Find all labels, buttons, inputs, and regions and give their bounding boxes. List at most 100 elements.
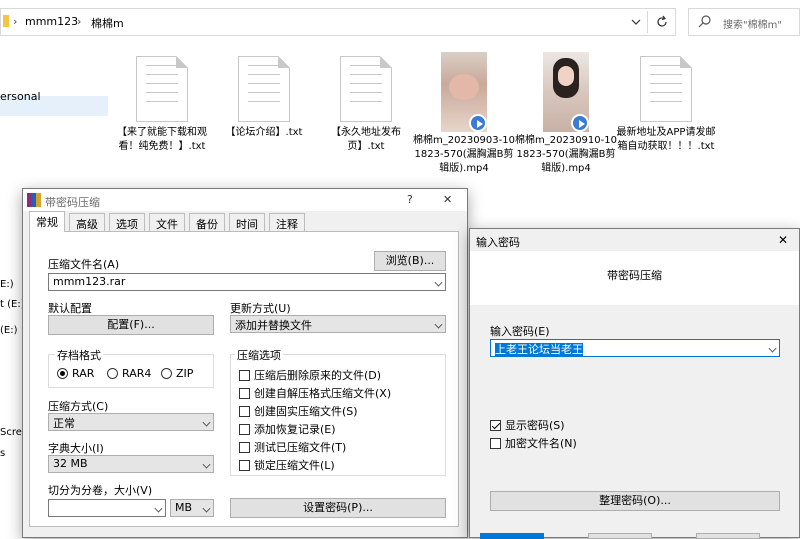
address-bar[interactable]: › mmm123 › 棉棉m bbox=[0, 8, 676, 36]
password-header: 带密码压缩 bbox=[470, 251, 799, 305]
refresh-icon[interactable] bbox=[653, 13, 671, 31]
update-mode-select[interactable]: 添加并替换文件 bbox=[230, 315, 446, 333]
checkbox-checked-icon bbox=[490, 420, 501, 431]
chevron-down-icon bbox=[202, 460, 211, 469]
option-label: 创建固实压缩文件(S) bbox=[254, 405, 358, 418]
nav-item[interactable]: E:) bbox=[0, 279, 14, 290]
method-value: 正常 bbox=[53, 417, 75, 430]
nav-item[interactable]: s bbox=[0, 448, 5, 459]
file-item[interactable]: 棉棉m_20230910-101823-570(漏胸漏B剪辑版).mp4 bbox=[514, 52, 618, 176]
tab-advanced[interactable]: 高级 bbox=[69, 213, 105, 231]
breadcrumb-item[interactable]: 棉棉m bbox=[91, 15, 124, 31]
file-name: 最新地址及APP请发邮箱自动获取！！！.txt bbox=[616, 127, 716, 152]
encrypt-names-checkbox[interactable]: 加密文件名(N) bbox=[490, 435, 577, 451]
chevron-right-icon: › bbox=[77, 15, 82, 28]
close-button[interactable]: ✕ bbox=[443, 193, 452, 206]
option-label: 压缩后删除原来的文件(D) bbox=[254, 369, 382, 382]
search-box[interactable]: 搜索"棉棉m" bbox=[688, 8, 800, 36]
encrypt-names-label: 加密文件名(N) bbox=[505, 437, 577, 450]
archive-dialog-titlebar[interactable]: 带密码压缩 ? ✕ bbox=[23, 189, 467, 211]
config-button[interactable]: 配置(F)... bbox=[48, 315, 214, 335]
nav-item[interactable]: t (E:) bbox=[0, 299, 25, 310]
cancel-button-edge[interactable] bbox=[588, 533, 652, 539]
option-test[interactable]: 测试已压缩文件(T) bbox=[239, 439, 346, 455]
update-mode-label: 更新方式(U) bbox=[230, 302, 291, 315]
password-heading: 带密码压缩 bbox=[607, 269, 662, 282]
option-recovery[interactable]: 添加恢复记录(E) bbox=[239, 421, 336, 437]
show-password-checkbox[interactable]: 显示密码(S) bbox=[490, 417, 565, 433]
tab-backup[interactable]: 备份 bbox=[189, 213, 225, 231]
option-label: 测试已压缩文件(T) bbox=[254, 441, 347, 454]
file-item[interactable]: 最新地址及APP请发邮箱自动获取！！！.txt bbox=[614, 56, 718, 154]
option-label: 锁定压缩文件(L) bbox=[254, 459, 335, 472]
radio-icon bbox=[107, 368, 118, 379]
chevron-down-icon bbox=[202, 418, 211, 427]
option-label: 创建自解压格式压缩文件(X) bbox=[254, 387, 392, 400]
method-select[interactable]: 正常 bbox=[48, 413, 214, 431]
nav-item[interactable]: (E:) bbox=[0, 325, 18, 336]
file-item[interactable]: 棉棉m_20230903-101823-570(漏胸漏B剪辑版).mp4 bbox=[412, 52, 516, 176]
tab-files[interactable]: 文件 bbox=[149, 213, 185, 231]
chevron-down-icon[interactable] bbox=[627, 13, 645, 31]
method-label: 压缩方式(C) bbox=[48, 400, 109, 413]
ok-button-edge[interactable] bbox=[480, 533, 544, 539]
organize-passwords-button[interactable]: 整理密码(O)... bbox=[490, 491, 780, 511]
tab-bar: 常规 高级 选项 文件 备份 时间 注释 bbox=[23, 211, 467, 232]
file-item[interactable]: 【来了就能下载和观看！纯免费！】.txt bbox=[110, 56, 214, 154]
browse-button[interactable]: 浏览(B)... bbox=[374, 251, 446, 271]
file-name: 棉棉m_20230903-101823-570(漏胸漏B剪辑版).mp4 bbox=[413, 135, 515, 174]
file-item[interactable]: 【永久地址发布页】.txt bbox=[314, 56, 418, 154]
file-name: 【来了就能下载和观看！纯免费！】.txt bbox=[117, 127, 207, 152]
text-file-icon bbox=[340, 56, 392, 122]
tab-general[interactable]: 常规 bbox=[29, 211, 65, 232]
archive-name-value: mmm123.rar bbox=[53, 275, 126, 288]
help-button[interactable]: ? bbox=[407, 193, 413, 206]
option-lock[interactable]: 锁定压缩文件(L) bbox=[239, 457, 335, 473]
enter-password-label: 输入密码(E) bbox=[490, 325, 550, 338]
archive-name-label: 压缩文件名(A) bbox=[48, 258, 120, 271]
set-password-button[interactable]: 设置密码(P)... bbox=[230, 498, 446, 518]
option-sfx[interactable]: 创建自解压格式压缩文件(X) bbox=[239, 385, 391, 401]
radio-rar4[interactable]: RAR4 bbox=[107, 367, 151, 380]
folder-icon bbox=[3, 15, 9, 27]
close-button[interactable]: ✕ bbox=[778, 233, 788, 247]
file-name: 【永久地址发布页】.txt bbox=[331, 127, 401, 152]
checkbox-icon bbox=[239, 406, 250, 417]
checkbox-icon bbox=[490, 438, 501, 449]
nav-item[interactable]: Scre bbox=[0, 427, 22, 438]
breadcrumb-item[interactable]: mmm123 bbox=[25, 15, 78, 28]
split-size-input[interactable] bbox=[48, 499, 166, 517]
checkbox-icon bbox=[239, 424, 250, 435]
radio-checked-icon bbox=[57, 368, 68, 379]
radio-icon bbox=[161, 368, 172, 379]
checkbox-icon bbox=[239, 388, 250, 399]
password-dialog-titlebar[interactable]: 输入密码 ✕ bbox=[470, 229, 799, 251]
split-unit-select[interactable]: MB bbox=[170, 499, 214, 517]
password-dialog: 输入密码 ✕ 带密码压缩 输入密码(E) 上老王论坛当老王 显示密码(S) 加密… bbox=[469, 228, 800, 539]
dict-select[interactable]: 32 MB bbox=[48, 455, 214, 473]
search-icon bbox=[697, 14, 713, 30]
show-password-label: 显示密码(S) bbox=[505, 419, 565, 432]
file-item[interactable]: 【论坛介绍】.txt bbox=[212, 56, 316, 140]
option-delete-after[interactable]: 压缩后删除原来的文件(D) bbox=[239, 367, 381, 383]
chevron-down-icon bbox=[434, 278, 443, 287]
search-placeholder: 搜索"棉棉m" bbox=[723, 20, 782, 31]
tab-options[interactable]: 选项 bbox=[109, 213, 145, 231]
file-name: 棉棉m_20230910-101823-570(漏胸漏B剪辑版).mp4 bbox=[515, 135, 617, 174]
format-zip-label: ZIP bbox=[176, 367, 194, 380]
tab-time[interactable]: 时间 bbox=[229, 213, 265, 231]
video-thumbnail bbox=[543, 52, 589, 132]
nav-item[interactable]: ersonal bbox=[0, 90, 41, 103]
help-button-edge[interactable] bbox=[696, 533, 760, 539]
archive-name-input[interactable]: mmm123.rar bbox=[48, 273, 446, 291]
format-group-label: 存档格式 bbox=[55, 347, 103, 363]
password-input[interactable]: 上老王论坛当老王 bbox=[490, 339, 780, 357]
tab-comment[interactable]: 注释 bbox=[269, 213, 305, 231]
dict-label: 字典大小(I) bbox=[48, 442, 104, 455]
radio-zip[interactable]: ZIP bbox=[161, 367, 193, 380]
general-panel: 压缩文件名(A) 浏览(B)... mmm123.rar 默认配置 配置(F).… bbox=[29, 231, 459, 527]
thumbnail-face bbox=[558, 66, 574, 86]
option-solid[interactable]: 创建固实压缩文件(S) bbox=[239, 403, 358, 419]
checkbox-icon bbox=[239, 370, 250, 381]
radio-rar[interactable]: RAR bbox=[57, 367, 94, 380]
